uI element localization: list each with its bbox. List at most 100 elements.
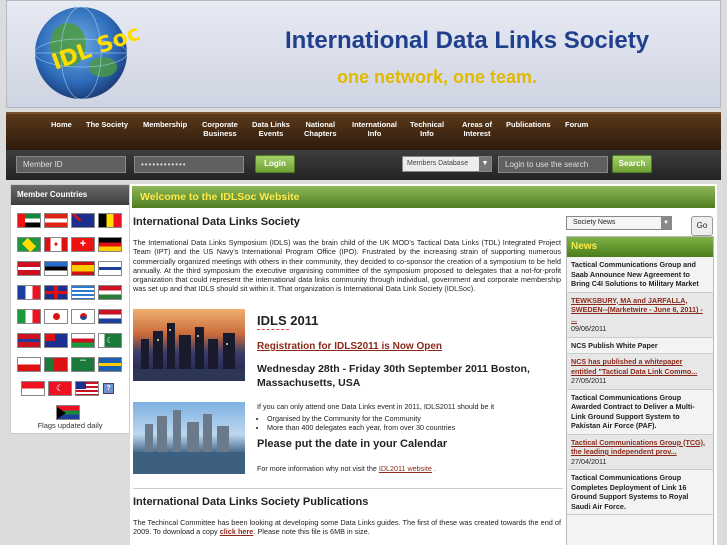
publications-paragraph: The Techincal Committee has been looking…: [133, 518, 561, 537]
flag-saudi-arabia-icon[interactable]: ﹌: [71, 357, 95, 372]
news-item-title: Tactical Communications Group and Saab A…: [571, 260, 699, 288]
member-id-input[interactable]: Member ID: [16, 156, 126, 173]
event-bullets: Organised by the Community for the Commu…: [267, 414, 455, 432]
flag-oman-icon[interactable]: [71, 333, 95, 348]
flag-france-icon[interactable]: [17, 285, 41, 300]
flag-poland-icon[interactable]: [17, 357, 41, 372]
member-countries-panel: Member Countries ✦ + ☾ ﹌ ☾ ? Flags updat…: [10, 184, 130, 434]
flag-austria-icon[interactable]: [44, 213, 68, 228]
flag-finland-icon[interactable]: [98, 261, 122, 276]
flag-germany-icon[interactable]: [98, 237, 122, 252]
event-dates: Wednesday 28th - Friday 30th September 2…: [257, 363, 530, 389]
flag-brazil-icon[interactable]: [17, 237, 41, 253]
nav-forum[interactable]: Forum: [565, 120, 588, 129]
news-item-date: 27/04/2011: [571, 456, 607, 466]
event-bullet: Organised by the Community for the Commu…: [267, 414, 455, 423]
flag-korea-icon[interactable]: [71, 309, 95, 324]
flag-usa-icon[interactable]: [75, 381, 99, 396]
flag-uae-icon[interactable]: [17, 213, 41, 228]
flag-pakistan-icon[interactable]: ☾: [98, 333, 122, 348]
site-tagline: one network, one team.: [337, 67, 538, 87]
news-item[interactable]: Tactical Communications Group and Saab A…: [567, 257, 713, 293]
nav-areas-of-interest[interactable]: Areas of Interest: [462, 120, 492, 138]
go-button[interactable]: Go: [691, 216, 713, 236]
nav-technical-info[interactable]: Technical Info: [410, 120, 444, 138]
help-icon[interactable]: ?: [103, 383, 114, 394]
idlsoc-logo[interactable]: IDL Soc: [13, 5, 217, 107]
news-item-date: 09/06/2011: [571, 324, 607, 333]
login-button[interactable]: Login: [255, 155, 295, 173]
flag-belgium-icon[interactable]: [98, 213, 122, 228]
news-item[interactable]: NCS has published a whitepaper entitled …: [567, 354, 713, 390]
idls2011-website-link[interactable]: IDL2011 website: [379, 464, 432, 473]
nav-data-links-events[interactable]: Data Links Events: [252, 120, 290, 138]
event-title-underline: [257, 329, 289, 330]
news-item-title[interactable]: TEWKSBURY, MA and JARFALLA, SWEDEN--(Mar…: [571, 296, 709, 325]
news-category-select[interactable]: Society News ▼: [566, 216, 672, 230]
news-item[interactable]: Tactical Communications Group (TCG), the…: [567, 434, 713, 470]
nav-membership[interactable]: Membership: [143, 120, 187, 129]
chevron-down-icon[interactable]: ▼: [661, 217, 671, 229]
chevron-down-icon[interactable]: ▼: [479, 157, 491, 171]
calendar-reminder: Please put the date in your Calendar: [257, 438, 448, 450]
flag-singapore-icon[interactable]: [21, 381, 45, 396]
nav-publications[interactable]: Publications: [506, 120, 551, 129]
flag-spain-icon[interactable]: [71, 261, 95, 276]
database-select[interactable]: Members Database ▼: [402, 156, 492, 172]
search-input[interactable]: Login to use the search: [498, 156, 608, 173]
flag-japan-icon[interactable]: [44, 309, 68, 324]
flag-denmark-icon[interactable]: [17, 261, 41, 276]
news-item-title[interactable]: NCS has published a whitepaper entitled …: [571, 357, 709, 376]
news-panel: News Tactical Communications Group and S…: [566, 236, 714, 545]
event-registration-link[interactable]: Registration for IDLS2011 is Now Open: [257, 341, 442, 352]
search-button[interactable]: Search: [612, 155, 652, 173]
event-bullet: More than 400 delegates each year, from …: [267, 423, 455, 432]
nav-national-chapters[interactable]: National Chapters: [304, 120, 337, 138]
section-divider: [133, 488, 563, 489]
password-input[interactable]: ••••••••••••: [134, 156, 244, 173]
flag-south-africa-icon[interactable]: [56, 405, 80, 420]
flag-greece-icon[interactable]: [71, 285, 95, 300]
nav-corporate-business[interactable]: Corporate Business: [202, 120, 238, 138]
boston-skyline-dusk-image: [133, 309, 245, 381]
database-select-label: Members Database: [407, 160, 469, 167]
flag-switzerland-icon[interactable]: +: [71, 237, 95, 252]
main-content: Welcome to the IDLSoc Website Internatio…: [130, 184, 717, 545]
news-item-title: NCS Publish White Paper: [571, 340, 658, 350]
site-header: IDL Soc International Data Links Society…: [6, 0, 721, 108]
nav-international-info[interactable]: International Info: [352, 120, 397, 138]
flag-portugal-icon[interactable]: [44, 357, 68, 372]
flag-canada-icon[interactable]: ✦: [44, 237, 68, 252]
news-item-title: Tactical Communications Group Completes …: [571, 473, 689, 511]
news-item[interactable]: NCS Publish White Paper: [567, 338, 713, 354]
flag-hungary-icon[interactable]: [98, 285, 122, 300]
flags-updated-caption: Flags updated daily: [37, 421, 103, 430]
flags-grid: ✦ + ☾ ﹌ ☾ ?: [11, 205, 129, 420]
news-item[interactable]: Tactical Communications Group Awarded Co…: [567, 390, 713, 435]
nav-the-society[interactable]: The Society: [86, 120, 128, 129]
flag-australia-icon[interactable]: [71, 213, 95, 228]
flag-estonia-icon[interactable]: [44, 261, 68, 276]
intro-heading: International Data Links Society: [133, 216, 300, 228]
flag-netherlands-icon[interactable]: [98, 309, 122, 324]
member-countries-heading: Member Countries: [11, 185, 129, 205]
flag-norway-icon[interactable]: [17, 333, 41, 348]
flag-new-zealand-icon[interactable]: [44, 333, 68, 348]
flag-uk-icon[interactable]: [44, 285, 68, 300]
event-more-text: For more information why not visit the: [257, 464, 377, 473]
news-list: Tactical Communications Group and Saab A…: [567, 257, 713, 515]
download-link[interactable]: click here: [220, 527, 254, 536]
flag-sweden-icon[interactable]: [98, 357, 122, 372]
flag-italy-icon[interactable]: [17, 309, 41, 324]
news-category-label: Society News: [573, 219, 616, 226]
flag-turkey-icon[interactable]: ☾: [48, 381, 72, 396]
publications-heading: International Data Links Society Publica…: [133, 496, 369, 508]
news-item-title: Tactical Communications Group Awarded Co…: [571, 392, 695, 431]
event-title: IDLS 2011: [257, 313, 319, 328]
welcome-banner: Welcome to the IDLSoc Website: [132, 186, 715, 208]
news-item[interactable]: TEWKSBURY, MA and JARFALLA, SWEDEN--(Mar…: [567, 292, 713, 338]
site-title: International Data Links Society: [285, 27, 650, 54]
news-item-title[interactable]: Tactical Communications Group (TCG), the…: [571, 438, 709, 457]
nav-home[interactable]: Home: [51, 120, 72, 129]
news-item[interactable]: Tactical Communications Group Completes …: [567, 470, 713, 515]
